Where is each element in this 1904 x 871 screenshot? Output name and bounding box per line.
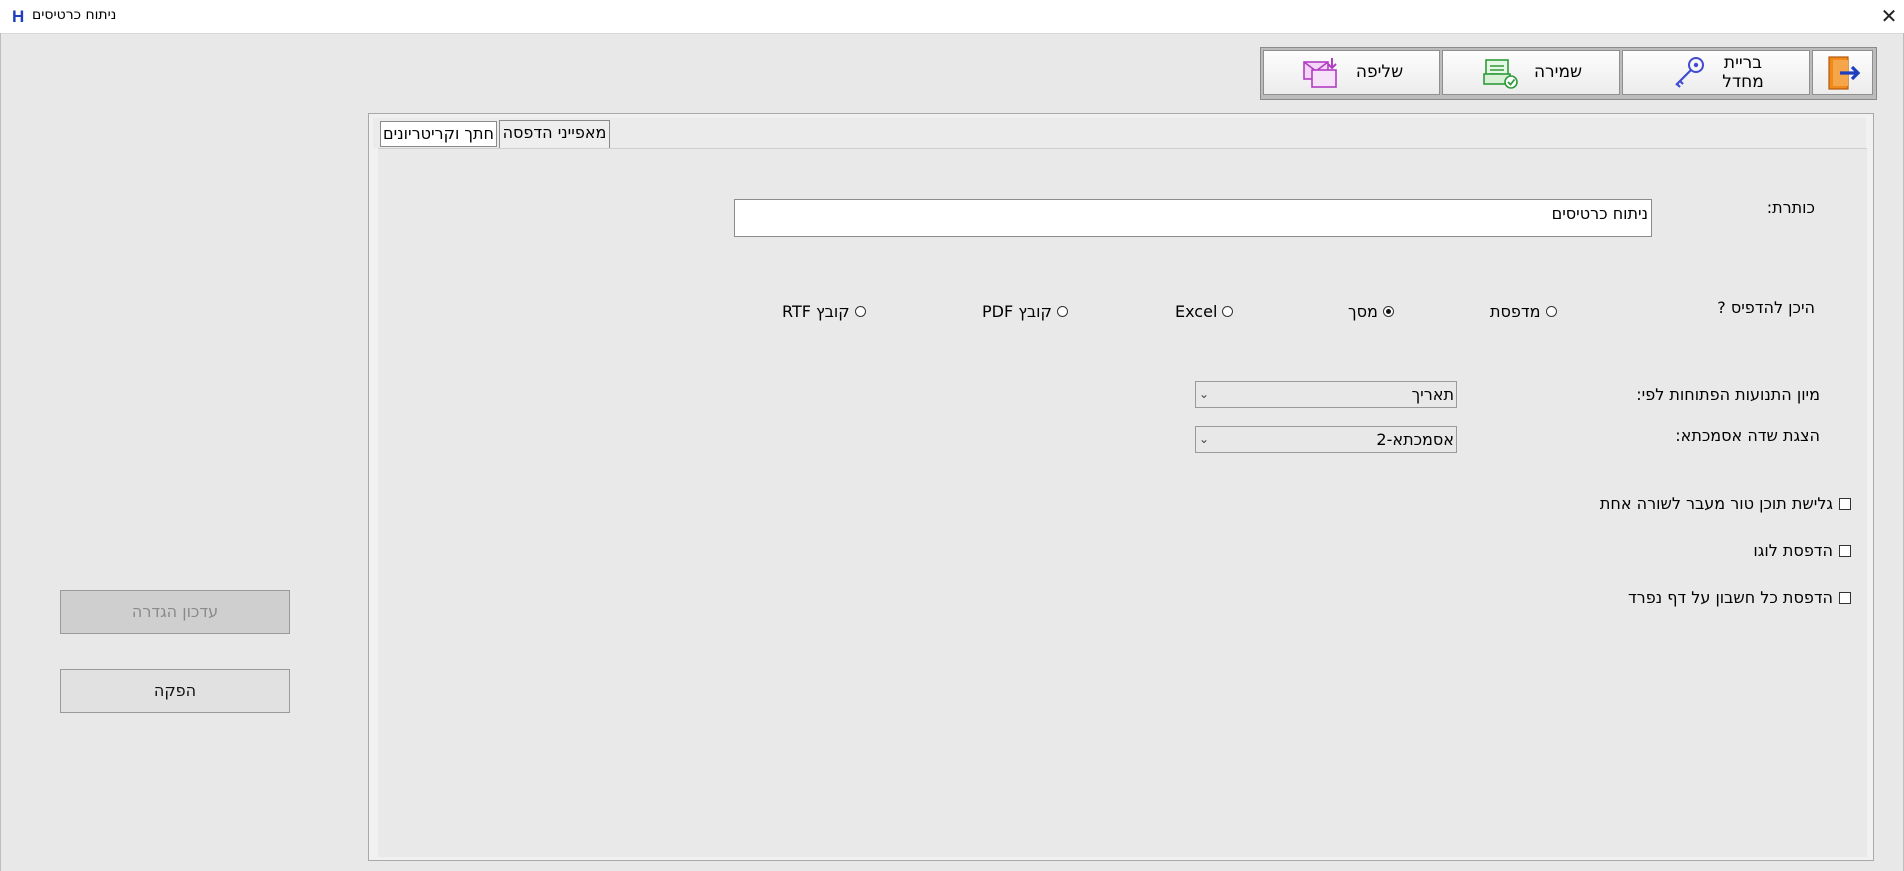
checkbox-logo[interactable]: הדפסת לוגו <box>1753 541 1851 560</box>
tab-print-properties[interactable]: מאפייני הדפסה <box>499 120 610 148</box>
radio-screen-label: מסך <box>1348 302 1378 321</box>
reset-defaults-button[interactable]: בריית מחדל <box>1622 50 1810 95</box>
update-definition-button[interactable]: עדכון הגדרה <box>60 590 290 634</box>
save-button-label: שמירה <box>1533 62 1583 82</box>
close-icon[interactable]: ✕ <box>1876 3 1902 29</box>
radio-printer-label: מדפסת <box>1490 302 1541 321</box>
radio-printer-circle[interactable] <box>1545 306 1557 317</box>
load-icon <box>1303 57 1337 88</box>
save-icon <box>1483 58 1518 89</box>
sort-select[interactable]: תאריך ⌄ <box>1195 381 1457 408</box>
radio-excel-label: Excel <box>1175 302 1218 321</box>
title-input[interactable]: ניתוח כרטיסים <box>734 199 1652 237</box>
radio-rtf[interactable]: קובץ RTF <box>782 302 866 321</box>
reset-defaults-label-line2: מחדל <box>1722 71 1764 92</box>
checkbox-separate-page[interactable]: הדפסת כל חשבון על דף נפרד <box>1628 588 1851 607</box>
radio-excel-circle[interactable] <box>1222 306 1234 317</box>
chevron-down-icon[interactable]: ⌄ <box>1199 427 1209 452</box>
save-button[interactable]: שמירה <box>1442 50 1620 95</box>
run-report-button[interactable]: הפקה <box>60 669 290 713</box>
checkbox-logo-label: הדפסת לוגו <box>1753 541 1833 560</box>
reference-label: הצגת שדה אסמכתא: <box>1675 426 1820 445</box>
reset-defaults-label-line1: בריית <box>1723 52 1763 73</box>
tab-criteria[interactable]: חתך וקריטריונים <box>380 121 497 147</box>
checkbox-overflow-label: גלישת תוכן טור מעבר לשורה אחת <box>1599 494 1833 513</box>
reference-select-value: אסמכתא-2 <box>1376 430 1454 449</box>
radio-screen[interactable]: מסך <box>1348 302 1394 321</box>
window-title: ניתוח כרטיסים <box>32 7 117 23</box>
key-icon <box>1675 56 1705 88</box>
radio-rtf-circle[interactable] <box>854 306 866 317</box>
chevron-down-icon[interactable]: ⌄ <box>1199 382 1209 407</box>
load-button-label: שליפה <box>1355 62 1404 82</box>
radio-screen-circle[interactable] <box>1382 306 1394 317</box>
title-bar <box>0 0 1904 34</box>
radio-rtf-label: קובץ RTF <box>782 302 850 321</box>
radio-pdf[interactable]: קובץ PDF <box>982 302 1068 321</box>
exit-door-icon <box>1827 55 1860 90</box>
exit-button[interactable] <box>1812 50 1873 95</box>
app-logo-icon: H <box>12 7 25 26</box>
window-frame-left <box>0 33 1 871</box>
checkbox-overflow-box[interactable] <box>1839 497 1851 510</box>
radio-pdf-label: קובץ PDF <box>982 302 1052 321</box>
checkbox-separate-page-label: הדפסת כל חשבון על דף נפרד <box>1627 588 1833 607</box>
checkbox-overflow[interactable]: גלישת תוכן טור מעבר לשורה אחת <box>1600 494 1851 513</box>
toolbar: שליפה שמירה בריית מחדל <box>1260 47 1877 100</box>
checkbox-logo-box[interactable] <box>1839 544 1851 557</box>
radio-pdf-circle[interactable] <box>1056 306 1068 317</box>
sort-select-value: תאריך <box>1411 385 1454 404</box>
radio-excel[interactable]: Excel <box>1175 302 1234 321</box>
reference-select[interactable]: אסמכתא-2 ⌄ <box>1195 426 1457 453</box>
radio-printer[interactable]: מדפסת <box>1490 302 1557 321</box>
print-destination-label: היכן להדפיס ? <box>1717 298 1815 317</box>
reset-defaults-label: בריית מחדל <box>1722 52 1764 92</box>
sort-label: מיון התנועות הפתוחות לפי: <box>1636 385 1820 404</box>
load-button[interactable]: שליפה <box>1263 50 1440 95</box>
checkbox-separate-page-box[interactable] <box>1839 591 1851 604</box>
